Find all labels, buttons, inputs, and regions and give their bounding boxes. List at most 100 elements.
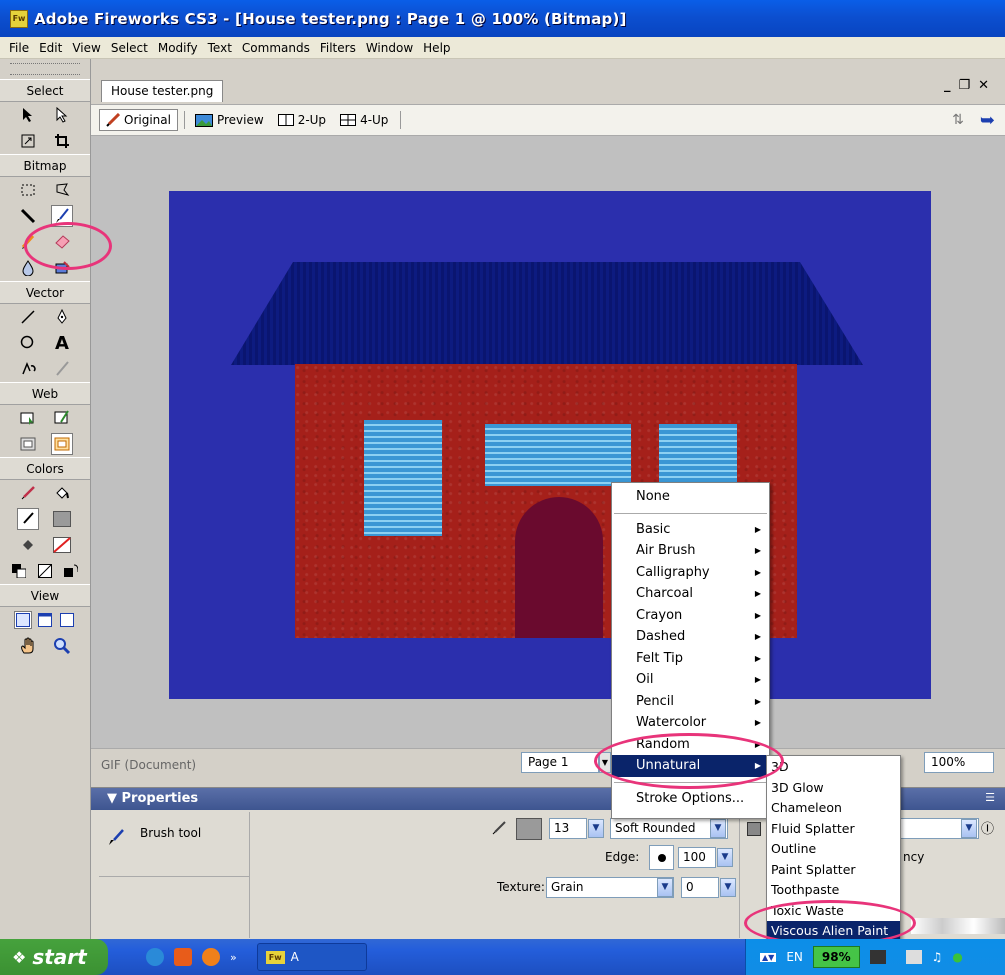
house-door[interactable] — [515, 497, 603, 638]
texture-amount-dropdown[interactable]: ▼ — [720, 878, 736, 897]
paint-bucket-tool-icon[interactable] — [51, 482, 73, 504]
subselection-tool-icon[interactable] — [51, 104, 73, 126]
scale-tool-icon[interactable] — [17, 130, 39, 152]
house-window-left[interactable] — [364, 420, 442, 536]
panel-options-icon[interactable]: ☰ — [985, 791, 995, 804]
text-tool-icon[interactable]: A — [51, 332, 73, 354]
submenu-item-fluid-splatter[interactable]: Fluid Splatter — [767, 819, 900, 840]
menu-select[interactable]: Select — [106, 41, 153, 55]
restore-icon[interactable]: ❐ — [958, 78, 978, 93]
edge-dropdown[interactable]: ▼ — [717, 848, 733, 867]
texture-select[interactable]: Grain — [546, 877, 674, 898]
close-icon[interactable]: ✕ — [978, 78, 997, 93]
view-4up-button[interactable]: 4-Up — [334, 110, 394, 130]
menu-item-felt-tip[interactable]: Felt Tip — [612, 648, 769, 670]
quick-export-icon[interactable]: ⇅ — [952, 112, 964, 128]
stroke-color-icon[interactable] — [17, 508, 39, 530]
panel-grip[interactable] — [10, 63, 80, 75]
menu-item-calligraphy[interactable]: Calligraphy — [612, 562, 769, 584]
texture-amount-field[interactable]: 0 — [681, 877, 719, 898]
tray-status-icon[interactable]: ● — [952, 950, 962, 964]
blend-mode-dropdown[interactable]: ▼ — [961, 819, 977, 838]
full-screen-mode-icon[interactable] — [58, 611, 76, 629]
house-window-right[interactable] — [659, 424, 737, 486]
help-icon[interactable]: Ⓘ — [981, 818, 994, 837]
fill-none-swatch[interactable] — [51, 534, 73, 556]
eyedropper-tool-icon[interactable] — [17, 482, 39, 504]
menu-window[interactable]: Window — [361, 41, 418, 55]
menu-modify[interactable]: Modify — [153, 41, 203, 55]
house-roof[interactable] — [231, 262, 863, 365]
menu-item-charcoal[interactable]: Charcoal — [612, 583, 769, 605]
freeform-tool-icon[interactable] — [17, 358, 39, 380]
pen-tool-icon[interactable] — [51, 306, 73, 328]
zoom-tool-icon[interactable] — [51, 635, 73, 657]
menu-item-stroke-options[interactable]: Stroke Options... — [612, 788, 769, 810]
stroke-color-swatch[interactable] — [51, 508, 73, 530]
stroke-size-field[interactable]: 13 — [549, 818, 587, 839]
menu-filters[interactable]: Filters — [315, 41, 361, 55]
tray-volume-icon[interactable]: ♫ — [932, 950, 943, 964]
hand-tool-icon[interactable] — [17, 635, 39, 657]
page-select[interactable]: Page 1 — [521, 752, 599, 773]
media-icon[interactable] — [174, 948, 192, 966]
stroke-size-dropdown[interactable]: ▼ — [588, 819, 604, 838]
menu-text[interactable]: Text — [203, 41, 237, 55]
hide-slices-icon[interactable] — [17, 433, 39, 455]
document-canvas[interactable] — [169, 191, 931, 699]
menu-item-oil[interactable]: Oil — [612, 669, 769, 691]
menu-item-pencil[interactable]: Pencil — [612, 691, 769, 713]
marquee-tool-icon[interactable] — [17, 179, 39, 201]
pointer-tool-icon[interactable] — [17, 104, 39, 126]
tray-scroll-icon[interactable]: ▲▼ — [760, 952, 777, 962]
crop-tool-icon[interactable] — [51, 130, 73, 152]
magic-wand-tool-icon[interactable] — [17, 205, 39, 227]
menu-item-air-brush[interactable]: Air Brush — [612, 540, 769, 562]
edge-effect-icon[interactable] — [747, 822, 761, 836]
standard-screen-mode-icon[interactable] — [14, 611, 32, 629]
menu-item-crayon[interactable]: Crayon — [612, 605, 769, 627]
quick-launch-more-icon[interactable]: » — [230, 951, 237, 964]
menu-commands[interactable]: Commands — [237, 41, 315, 55]
no-color-icon[interactable] — [34, 560, 56, 582]
hotspot-tool-icon[interactable] — [17, 407, 39, 429]
minimize-icon[interactable]: _ — [944, 78, 959, 93]
default-colors-icon[interactable] — [8, 560, 30, 582]
tray-network-icon[interactable] — [905, 950, 922, 964]
lasso-tool-icon[interactable] — [51, 179, 73, 201]
export-arrow-icon[interactable]: ➥ — [980, 110, 995, 131]
view-preview-button[interactable]: Preview — [189, 110, 270, 130]
firefox-icon[interactable] — [202, 948, 220, 966]
menu-item-watercolor[interactable]: Watercolor — [612, 712, 769, 734]
slice-tool-icon[interactable] — [51, 407, 73, 429]
menu-file[interactable]: File — [4, 41, 34, 55]
menu-view[interactable]: View — [67, 41, 105, 55]
menu-item-dashed[interactable]: Dashed — [612, 626, 769, 648]
full-screen-menus-icon[interactable] — [36, 611, 54, 629]
menu-help[interactable]: Help — [418, 41, 455, 55]
taskbar-item-fireworks[interactable]: Fw A — [256, 943, 367, 971]
tray-device-icon[interactable] — [869, 950, 886, 964]
edge-value-field[interactable]: 100 — [678, 847, 716, 868]
swap-colors-icon[interactable] — [60, 560, 82, 582]
stroke-color-swatch[interactable] — [516, 818, 542, 840]
submenu-item-3d-glow[interactable]: 3D Glow — [767, 778, 900, 799]
submenu-item-outline[interactable]: Outline — [767, 839, 900, 860]
ellipse-tool-icon[interactable] — [17, 332, 39, 354]
stroke-tip-dropdown[interactable]: ▼ — [710, 819, 726, 838]
start-button[interactable]: ❖ start — [0, 939, 108, 975]
submenu-item-paint-splatter[interactable]: Paint Splatter — [767, 860, 900, 881]
zoom-select[interactable]: 100% — [924, 752, 994, 773]
texture-dropdown[interactable]: ▼ — [657, 878, 673, 897]
menu-item-basic[interactable]: Basic — [612, 519, 769, 541]
submenu-item-chameleon[interactable]: Chameleon — [767, 798, 900, 819]
menu-item-none[interactable]: None — [612, 486, 769, 508]
menu-edit[interactable]: Edit — [34, 41, 67, 55]
internet-explorer-icon[interactable] — [146, 948, 164, 966]
submenu-item-3d[interactable]: 3D — [767, 757, 900, 778]
language-indicator[interactable]: EN — [786, 950, 803, 964]
show-slices-icon[interactable] — [51, 433, 73, 455]
view-original-button[interactable]: Original — [99, 109, 178, 131]
house-window-middle[interactable] — [485, 424, 631, 486]
knife-tool-icon[interactable] — [51, 358, 73, 380]
